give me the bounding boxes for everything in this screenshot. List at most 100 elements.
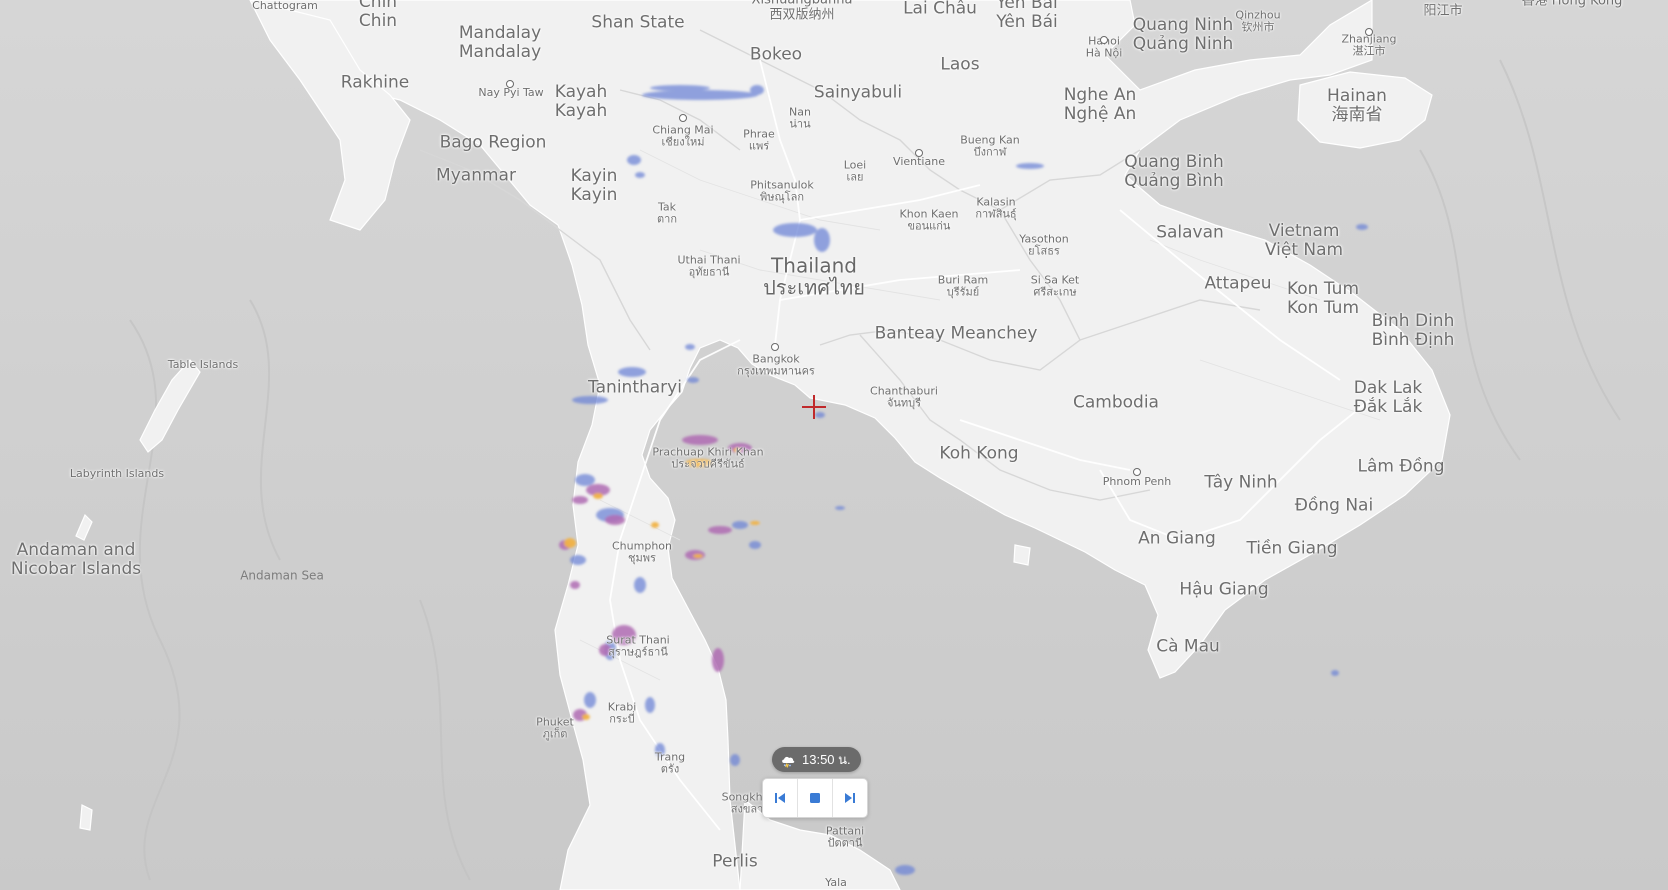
map-label-yasothon: Yasothon ยโสธร	[1019, 233, 1068, 259]
map-label-chanthaburi: Chanthaburi จันทบุรี	[870, 385, 938, 411]
next-frame-button[interactable]	[833, 779, 867, 817]
map-label-text: Andaman and	[16, 539, 136, 560]
map-label-qinzhou: Qinzhou 钦州市	[1235, 9, 1280, 35]
map-label-nay-pyi-taw: Nay Pyi Taw	[478, 86, 543, 99]
map-label-attapeu: Attapeu	[1204, 274, 1271, 293]
map-label-sainyabuli: Sainyabuli	[814, 83, 902, 102]
map-label-tanintharyi: Tanintharyi	[588, 378, 682, 397]
map-label-text: Labyrinth Islands	[69, 466, 165, 480]
map-label-alt-text: 西双版纳州	[769, 7, 835, 22]
map-label-alt-text: 钦州市	[1241, 21, 1275, 34]
map-label-text: Kayin	[570, 165, 618, 186]
map-label-hainan: Hainan 海南省	[1327, 86, 1387, 125]
map-label-text: Quang Binh	[1124, 151, 1224, 172]
map-label-alt-text: Quảng Bình	[1124, 171, 1224, 191]
map-label-text: Quang Ninh	[1132, 14, 1234, 35]
map-label-nan: Nan น่าน	[789, 106, 811, 132]
map-label-text: Table Islands	[167, 357, 239, 371]
city-dot-vientiane[interactable]	[915, 149, 923, 157]
map-label-text: An Giang	[1138, 528, 1216, 549]
map-label-text: Thailand	[771, 253, 857, 278]
map-label-text: Banteay Meanchey	[874, 323, 1038, 344]
map-label-thailand: Thailand ประเทศไทย	[763, 253, 865, 300]
map-label-alt-text: Nghệ An	[1063, 104, 1137, 124]
map-label-alt-text: 海南省	[1331, 105, 1383, 125]
previous-frame-button[interactable]	[763, 779, 798, 817]
map-label-labyrinth-islands: Labyrinth Islands	[69, 466, 165, 480]
map-label-alt-text: กาฬสินธุ์	[975, 208, 1017, 221]
map-label-alt-text: ประจวบคีรีขันธ์	[671, 458, 745, 471]
map-label-kalasin: Kalasin กาฬสินธุ์	[975, 196, 1017, 222]
map-label-text: Chattogram	[252, 0, 318, 12]
map-label-text: Myanmar	[436, 165, 516, 186]
map-label-text: Tanintharyi	[588, 377, 682, 398]
map-label-text: Tây Ninh	[1204, 472, 1278, 493]
map-label-alt-text: ประเทศไทย	[763, 276, 865, 300]
map-label-text: Perlis	[712, 851, 758, 872]
city-dot-phnom-penh[interactable]	[1133, 468, 1141, 476]
map-label-alt-text: Việt Nam	[1264, 240, 1344, 260]
city-dot-bangkok[interactable]	[771, 343, 779, 351]
map-label-kayin: Kayin Kayin	[570, 165, 618, 205]
map-label-alt-text: Kayin	[570, 185, 618, 205]
map-label-text: Bokeo	[749, 44, 803, 65]
map-view[interactable]: Chattogram Chin Chin Mandalay Mandalay Shan S…	[0, 0, 1668, 890]
map-label-alt-text: 湛江市	[1352, 45, 1386, 58]
city-dot-hanoi[interactable]	[1100, 36, 1108, 44]
map-label-loei: Loei เลย	[844, 159, 867, 185]
map-label-dong-nai: Đồng Nai	[1295, 496, 1373, 515]
map-label-alt-text: สุราษฎร์ธานี	[608, 646, 668, 659]
map-label-krabi: Krabi กระบี่	[608, 701, 637, 727]
map-label-chiang-mai: Chiang Mai เชียงใหม่	[652, 124, 713, 150]
map-label-uthai-thani: Uthai Thani อุทัยธานี	[677, 254, 740, 280]
map-label-phnom-penh: Phnom Penh	[1103, 475, 1171, 488]
map-label-an-giang: An Giang	[1138, 529, 1216, 548]
map-label-text: Lâm Đồng	[1357, 456, 1445, 477]
playback-controls	[762, 778, 868, 818]
map-label-dak-lak: Dak Lak Đắk Lắk	[1354, 378, 1423, 417]
map-label-lam-dong: Lâm Đồng	[1358, 457, 1445, 476]
map-label-alt-text: บึงกาฬ	[973, 146, 1007, 159]
map-label-alt-text: Bình Định	[1371, 330, 1455, 350]
city-dot-chiang-mai[interactable]	[679, 114, 687, 122]
map-label-alt-text: ปัตตานี	[827, 837, 863, 850]
map-label-kon-tum: Kon Tum Kon Tum	[1286, 278, 1360, 318]
map-label-alt-text: Quảng Ninh	[1132, 34, 1234, 54]
map-label-text: Attapeu	[1204, 273, 1272, 294]
map-label-si-sa-ket: Si Sa Ket ศรีสะเกษ	[1031, 274, 1080, 300]
map-label-yala: Yala	[825, 876, 847, 889]
city-dot-nay-pyi-taw[interactable]	[506, 80, 514, 88]
city-dot-zhanjiang[interactable]	[1365, 28, 1373, 36]
map-label-text: Kayah	[554, 81, 608, 102]
time-indicator: 13:50 น.	[772, 747, 861, 772]
map-label-alt-text: น่าน	[789, 118, 811, 131]
map-label-phuket: Phuket ภูเก็ต	[536, 716, 574, 742]
map-label-nghe-an: Nghe An Nghệ An	[1063, 84, 1137, 124]
stop-button[interactable]	[798, 779, 833, 817]
map-label-text: Binh Dinh	[1371, 310, 1455, 331]
map-label-phrae: Phrae แพร่	[743, 128, 775, 154]
map-label-text: Kon Tum	[1286, 278, 1360, 299]
map-label-perlis: Perlis	[712, 852, 757, 871]
map-label-bueng-kan: Bueng Kan บึงกาฬ	[960, 134, 1019, 160]
map-label-text: Rakhine	[340, 72, 410, 93]
map-label-text: Cambodia	[1073, 392, 1159, 413]
map-label-koh-kong: Koh Kong	[939, 444, 1018, 463]
map-label-vientiane: Vientiane	[893, 155, 945, 168]
map-label-chumphon: Chumphon ชุมพร	[612, 540, 672, 566]
map-label-yangjiang: 阳江市	[1423, 3, 1463, 20]
map-label-alt-text: Mandalay	[458, 42, 542, 62]
map-label-alt-text: Hà Nội	[1085, 47, 1123, 60]
map-label-pattani: Pattani ปัตตานี	[826, 825, 864, 851]
map-label-myanmar: Myanmar	[436, 166, 516, 185]
map-label-zhanjiang: Zhanjiang 湛江市	[1341, 33, 1396, 59]
map-label-salavan: Salavan	[1156, 223, 1224, 242]
map-label-andaman-nicobar: Andaman and Nicobar Islands	[11, 539, 141, 579]
map-label-tak: Tak ตาก	[657, 201, 677, 227]
map-label-alt-text: กรุงเทพมหานคร	[737, 365, 815, 378]
map-label-laos: Laos	[940, 55, 979, 74]
map-label-text: Nghe An	[1063, 84, 1137, 105]
map-label-text: 阳江市	[1423, 3, 1463, 19]
crosshair-marker[interactable]	[802, 395, 826, 419]
map-label-alt-text: Kon Tum	[1286, 298, 1360, 318]
